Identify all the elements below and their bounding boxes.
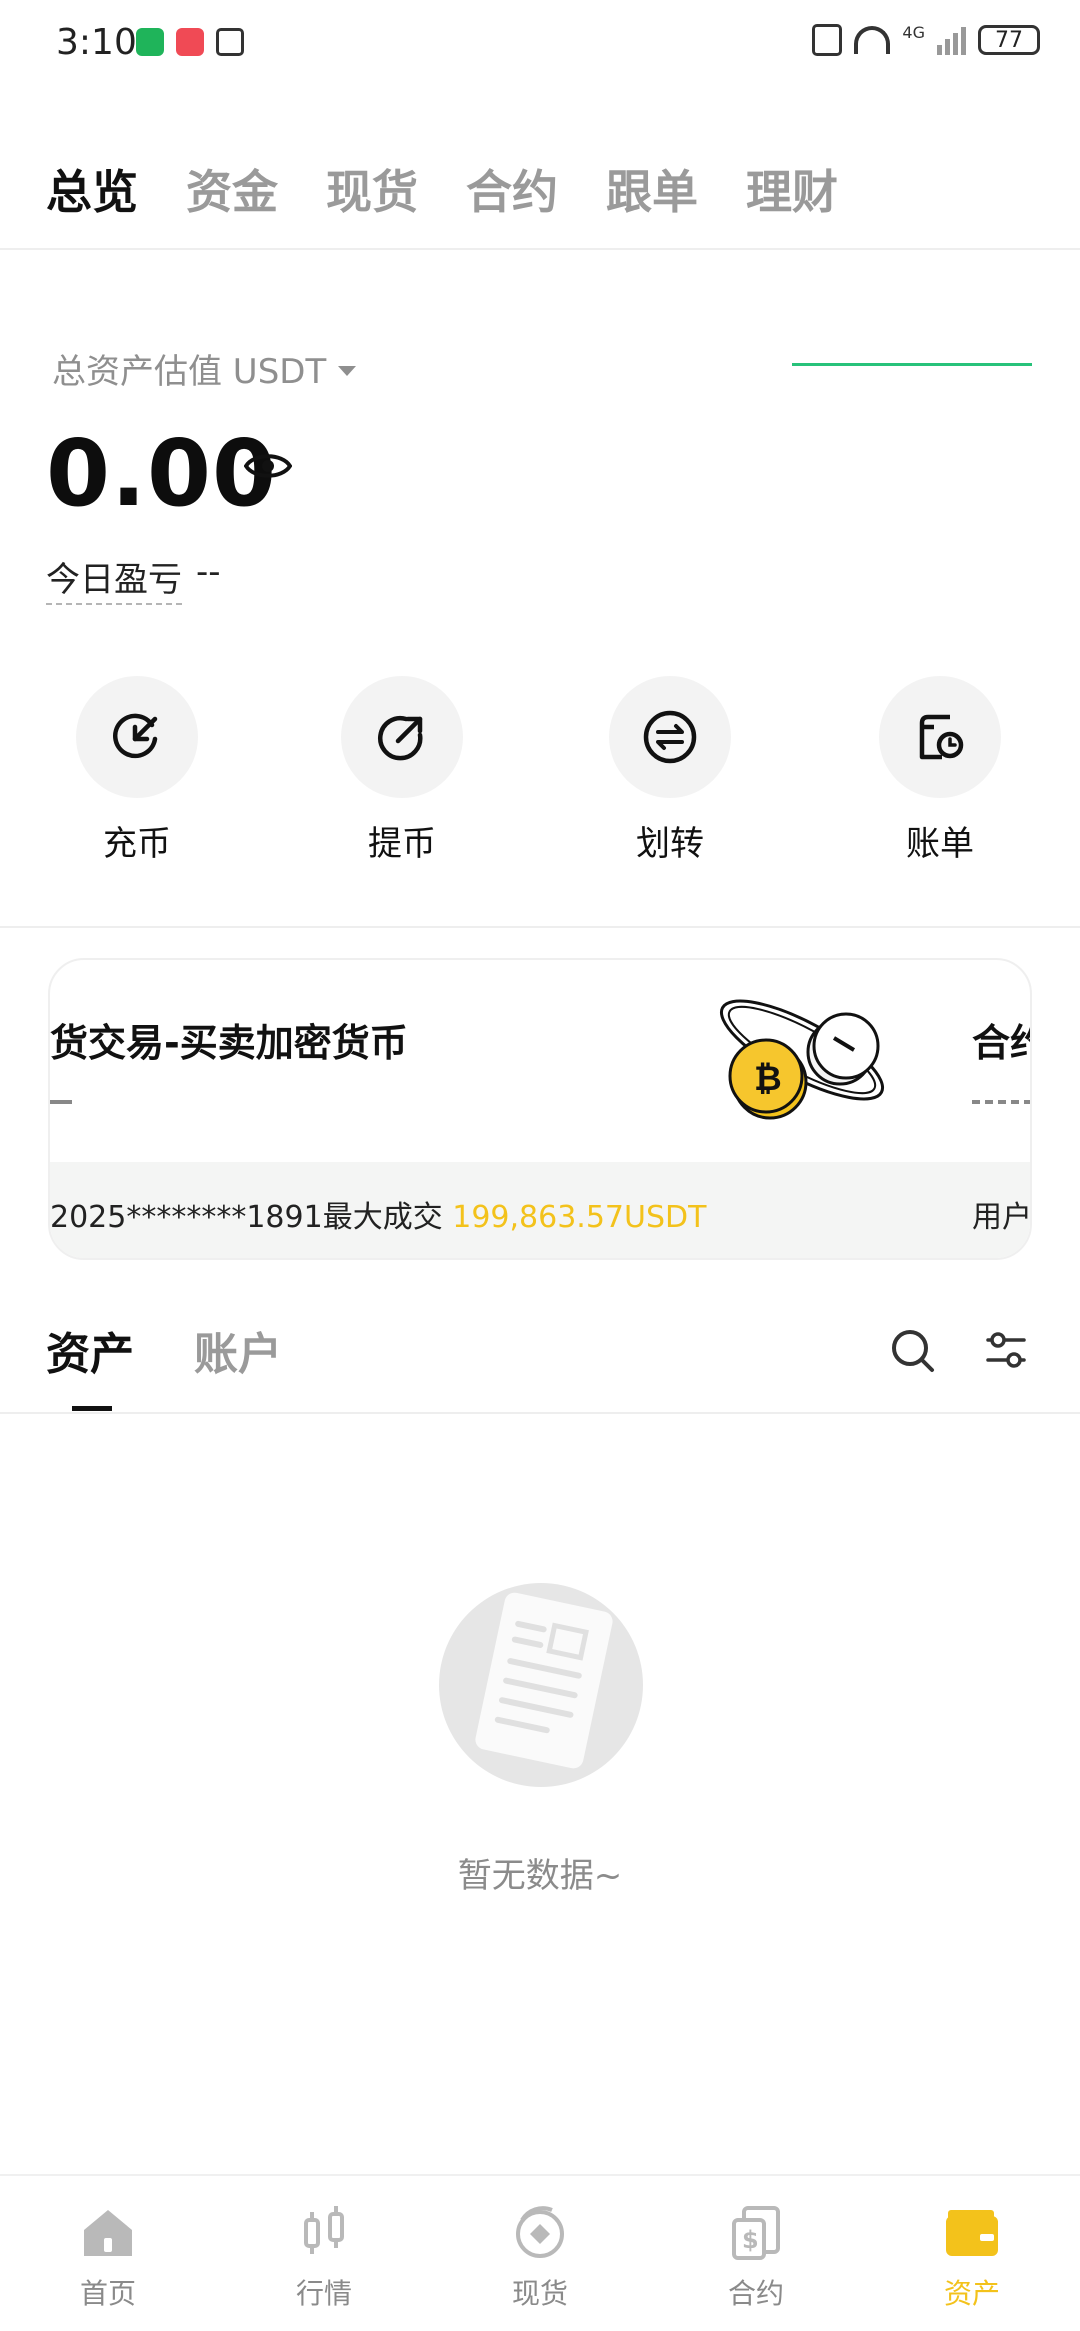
crypto-coins-illustration: ₿ <box>719 999 885 1120</box>
ticker-text: 2025********1891最大成交 199,863.57USDT <box>50 1192 706 1236</box>
status-time: 3:10 <box>56 22 137 63</box>
status-left-icons <box>136 28 244 56</box>
tab-accounts[interactable]: 账户 <box>194 1318 282 1382</box>
total-asset-value: 0.00 <box>46 420 277 527</box>
empty-document-icon <box>439 1583 643 1787</box>
nav-spot-label: 现货 <box>511 2277 568 2310</box>
nav-assets-label: 资产 <box>943 2277 1000 2310</box>
asset-trend-line <box>792 363 1032 366</box>
contract-icon: $ <box>732 2206 780 2260</box>
nav-assets[interactable]: 资产 <box>892 2202 1052 2312</box>
ticker-next-text: 用户 <box>972 1200 1032 1235</box>
divider <box>0 248 1080 250</box>
today-pnl-value: -- <box>196 552 221 592</box>
bill-button[interactable]: 账单 <box>850 676 1030 865</box>
withdraw-button[interactable]: 提币 <box>312 676 492 865</box>
divider <box>0 926 1080 928</box>
nav-home[interactable]: 首页 <box>28 2202 188 2312</box>
banner-next-placeholder <box>972 1100 1030 1104</box>
top-tabs: 总览 资金 现货 合约 跟单 理财 <box>46 156 838 222</box>
nav-spot[interactable]: 现货 <box>460 2202 620 2312</box>
svg-text:₿: ₿ <box>754 1059 782 1099</box>
battery-indicator: 77 <box>978 25 1040 55</box>
banner-next-title: 合约 <box>972 1021 1030 1065</box>
divider <box>0 1412 1080 1414</box>
deposit-label: 充币 <box>103 824 171 864</box>
wallet-icon <box>946 2210 998 2256</box>
status-bar: 3:10 4G 77 <box>0 0 1080 88</box>
ticker-amount: 199,863.57USDT <box>452 1200 707 1235</box>
tab-funds[interactable]: 资金 <box>186 156 278 222</box>
nav-home-label: 首页 <box>79 2277 136 2310</box>
banner-placeholder-value <box>50 1100 72 1104</box>
transfer-label: 划转 <box>636 824 704 864</box>
transfer-icon <box>643 710 697 764</box>
tab-contract[interactable]: 合约 <box>466 156 558 222</box>
empty-state-text: 暂无数据~ <box>457 1856 623 1896</box>
banner-title: 货交易-买卖加密货币 <box>50 1021 408 1065</box>
vibrate-icon <box>812 24 843 56</box>
network-type: 4G <box>902 22 925 42</box>
eye-icon[interactable] <box>244 450 292 482</box>
status-right-icons: 4G 77 <box>812 22 1040 56</box>
bill-icon <box>919 714 964 760</box>
tab-overview[interactable]: 总览 <box>46 156 138 222</box>
tab-spot[interactable]: 现货 <box>326 156 418 222</box>
active-tab-indicator <box>72 1406 112 1411</box>
tab-copy-trading[interactable]: 跟单 <box>606 156 698 222</box>
withdraw-label: 提币 <box>368 824 436 864</box>
deposit-icon <box>113 713 158 759</box>
nav-contract-label: 合约 <box>727 2277 784 2310</box>
bill-label: 账单 <box>906 824 974 864</box>
app-notification-icon <box>176 28 204 56</box>
total-asset-label: 总资产估值 USDT <box>52 352 327 392</box>
asset-currency-selector[interactable]: 总资产估值 USDT <box>52 344 357 393</box>
signal-icon <box>937 25 966 55</box>
filter-settings-icon[interactable] <box>984 1328 1028 1372</box>
search-icon[interactable] <box>890 1328 936 1374</box>
deposit-button[interactable]: 充币 <box>47 676 227 865</box>
svg-text:$: $ <box>742 2226 759 2254</box>
home-icon <box>84 2210 132 2256</box>
nav-contract[interactable]: $ 合约 <box>676 2202 836 2312</box>
wifi-icon <box>854 26 891 54</box>
tab-earn[interactable]: 理财 <box>746 156 838 222</box>
promo-banner[interactable]: 货交易-买卖加密货币 ₿ 合约 2025********1891最大成交 199… <box>48 958 1032 1260</box>
transfer-button[interactable]: 划转 <box>580 676 760 865</box>
caret-down-icon <box>338 365 357 376</box>
spot-icon <box>516 2206 564 2258</box>
banner-ticker: 2025********1891最大成交 199,863.57USDT 用户 <box>50 1162 1032 1258</box>
nav-market[interactable]: 行情 <box>244 2202 404 2312</box>
asset-tabs: 资产 账户 <box>46 1318 282 1382</box>
today-pnl-label[interactable]: 今日盈亏 <box>46 552 182 605</box>
nav-market-label: 行情 <box>295 2277 352 2310</box>
tab-assets[interactable]: 资产 <box>46 1318 134 1382</box>
withdraw-icon <box>378 715 423 761</box>
market-icon <box>304 2206 344 2254</box>
nfc-icon <box>216 28 244 56</box>
ticker-prefix: 2025********1891最大成交 <box>50 1200 443 1235</box>
battery-saver-icon <box>136 28 164 56</box>
bottom-navigation: 首页 行情 现货 $ 合约 资产 <box>0 2174 1080 2331</box>
today-pnl: 今日盈亏 -- <box>46 552 221 605</box>
